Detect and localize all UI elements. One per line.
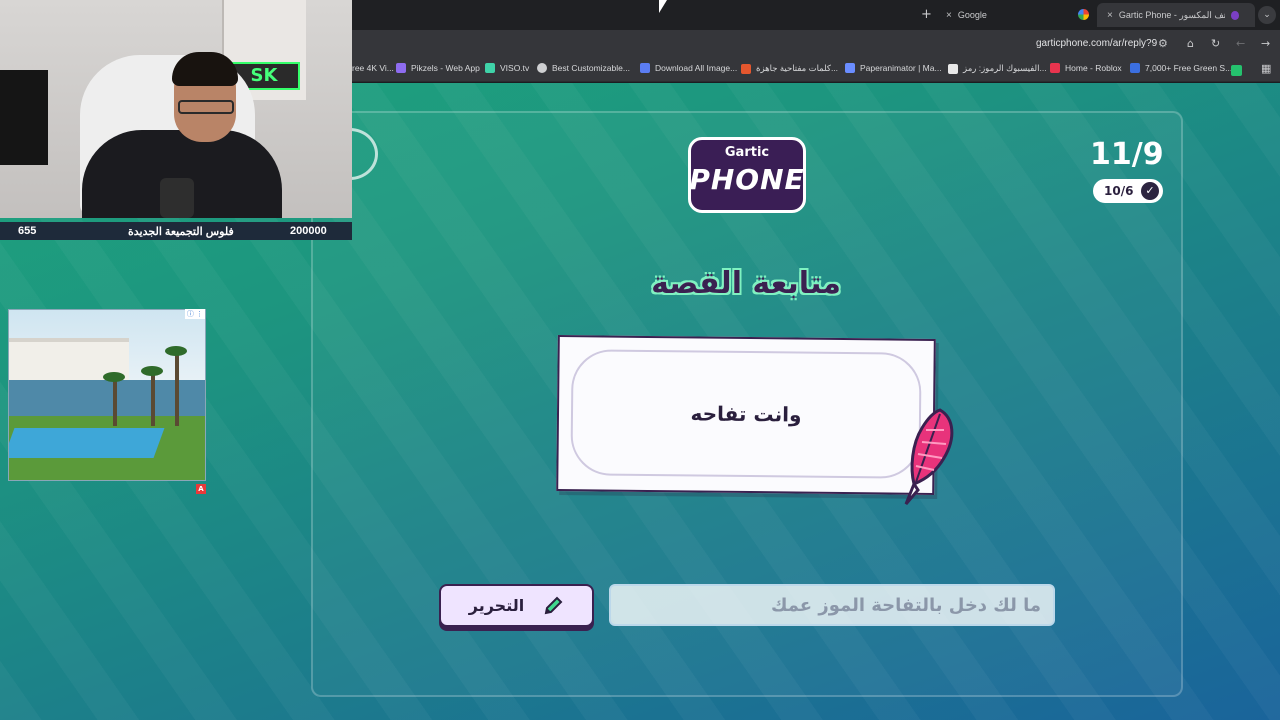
prompt-card: وانت تفاحه <box>556 335 936 495</box>
forward-icon[interactable]: ← <box>1236 37 1245 50</box>
bookmark-icon[interactable] <box>1231 65 1242 76</box>
bookmark-icon <box>845 63 855 73</box>
stream-label: فلوس التجميعة الجديدة <box>128 225 234 238</box>
bookmark-item[interactable]: الفيسبوك الرموز: رمز... <box>948 63 1047 74</box>
bookmark-label: Paperanimator | Ma... <box>860 63 942 73</box>
bookmark-icon <box>1130 63 1140 73</box>
bookmark-icon <box>640 63 650 73</box>
close-tab-icon[interactable]: × <box>946 10 952 21</box>
bookmark-item[interactable]: VISO.tv <box>485 63 529 73</box>
players-done-badge: 10/6 ✓ <box>1093 179 1163 203</box>
bookmark-icon <box>948 63 958 74</box>
new-tab-button[interactable]: + <box>921 7 932 22</box>
webcam-person-glasses <box>178 100 234 114</box>
google-favicon-icon <box>1078 9 1089 20</box>
globe-icon <box>537 63 547 73</box>
tab-search-chevron-down-icon[interactable]: ⌄ <box>1258 6 1276 24</box>
quill-icon <box>904 408 954 505</box>
bookmark-item[interactable]: كلمات مفتاحية جاهزة... <box>741 63 838 74</box>
edit-label: التحرير <box>468 596 525 615</box>
bookmark-label: VISO.tv <box>500 63 530 73</box>
bookmark-label: Best Customizable... <box>552 63 630 73</box>
ad-palm-frond <box>103 372 125 382</box>
bookmark-icon <box>741 63 751 74</box>
bookmark-icon <box>396 63 406 73</box>
tab-title: Gartic Phone - الهاتف المكسور <box>1118 9 1225 20</box>
gartic-favicon-icon <box>1230 10 1239 20</box>
logo-text-top: Gartic <box>724 145 770 160</box>
prompt-text: وانت تفاحه <box>690 401 802 427</box>
bookmark-item[interactable]: Best Customizable... <box>537 63 630 73</box>
stream-right-value: 200000 <box>290 225 327 237</box>
round-counter: 11/9 <box>1090 137 1164 172</box>
bookmark-label: الفيسبوك الرموز: رمز... <box>963 63 1047 73</box>
bookmark-label: Home - Roblox <box>1065 63 1122 73</box>
webcam-microphone <box>160 178 194 218</box>
tab-title: Google <box>957 10 987 20</box>
webcam-person-hair <box>172 52 238 86</box>
ad-palm-tree <box>175 350 179 426</box>
pencil-icon <box>544 596 563 614</box>
ad-pool <box>9 428 165 458</box>
ad-info-icon[interactable]: ⓘ ⋮ <box>185 309 205 319</box>
bookmark-item[interactable]: 7,000+ Free Green S... <box>1130 63 1232 73</box>
close-tab-icon[interactable]: × <box>1107 10 1113 21</box>
page-title: متابعة القصة <box>651 266 841 301</box>
logo-text-bottom: PHONE <box>689 163 805 196</box>
all-bookmarks-grid-icon[interactable]: ▦ <box>1261 62 1271 75</box>
bookmark-item[interactable]: Paperanimator | Ma... <box>845 63 942 73</box>
stream-left-value: 655 <box>18 225 37 237</box>
ad-palm-tree <box>151 370 155 426</box>
ad-palm-tree <box>113 376 117 426</box>
ad-choices-badge[interactable]: A <box>196 484 206 494</box>
ad-palm-frond <box>165 346 187 356</box>
mouse-cursor-icon <box>659 0 667 13</box>
bookmark-item[interactable]: Pikzels - Web App <box>396 63 480 73</box>
back-icon[interactable]: → <box>1261 37 1270 50</box>
bookmark-icon <box>1050 63 1060 73</box>
bookmark-label: Pikzels - Web App <box>411 63 480 73</box>
webcam-overlay: SK <box>0 0 352 218</box>
stream-stats-bar: 655 فلوس التجميعة الجديدة 200000 <box>0 222 352 240</box>
advertisement-image[interactable] <box>8 309 206 481</box>
webcam-tv <box>0 70 48 165</box>
tab-gartic-phone[interactable]: × Gartic Phone - الهاتف المكسور <box>1097 3 1255 27</box>
address-bar[interactable]: garticphone.com/ar/reply?9 <box>1036 38 1157 49</box>
gartic-phone-logo: Gartic PHONE <box>688 137 806 213</box>
bookmark-label: Download All Image... <box>655 63 738 73</box>
reload-icon[interactable]: ↻ <box>1211 37 1220 50</box>
edit-button[interactable]: التحرير <box>439 584 594 627</box>
bookmark-item[interactable]: Home - Roblox <box>1050 63 1122 73</box>
tab-google[interactable]: × Google <box>940 3 987 27</box>
home-icon[interactable]: ⌂ <box>1187 37 1194 50</box>
ad-palm-frond <box>141 366 163 376</box>
site-settings-icon[interactable]: ⚙ <box>1158 37 1168 50</box>
bookmark-label: كلمات مفتاحية جاهزة... <box>756 63 839 73</box>
bookmark-icon <box>485 63 495 73</box>
story-answer-input[interactable] <box>609 584 1055 626</box>
bookmark-label: 7,000+ Free Green S... <box>1145 63 1233 73</box>
bookmark-label: ree 4K Vi... <box>352 63 394 73</box>
check-icon: ✓ <box>1141 182 1159 200</box>
bookmark-item[interactable]: Download All Image... <box>640 63 737 73</box>
players-done-count: 10/6 <box>1104 184 1134 198</box>
bookmark-item[interactable]: ree 4K Vi... <box>352 63 394 73</box>
